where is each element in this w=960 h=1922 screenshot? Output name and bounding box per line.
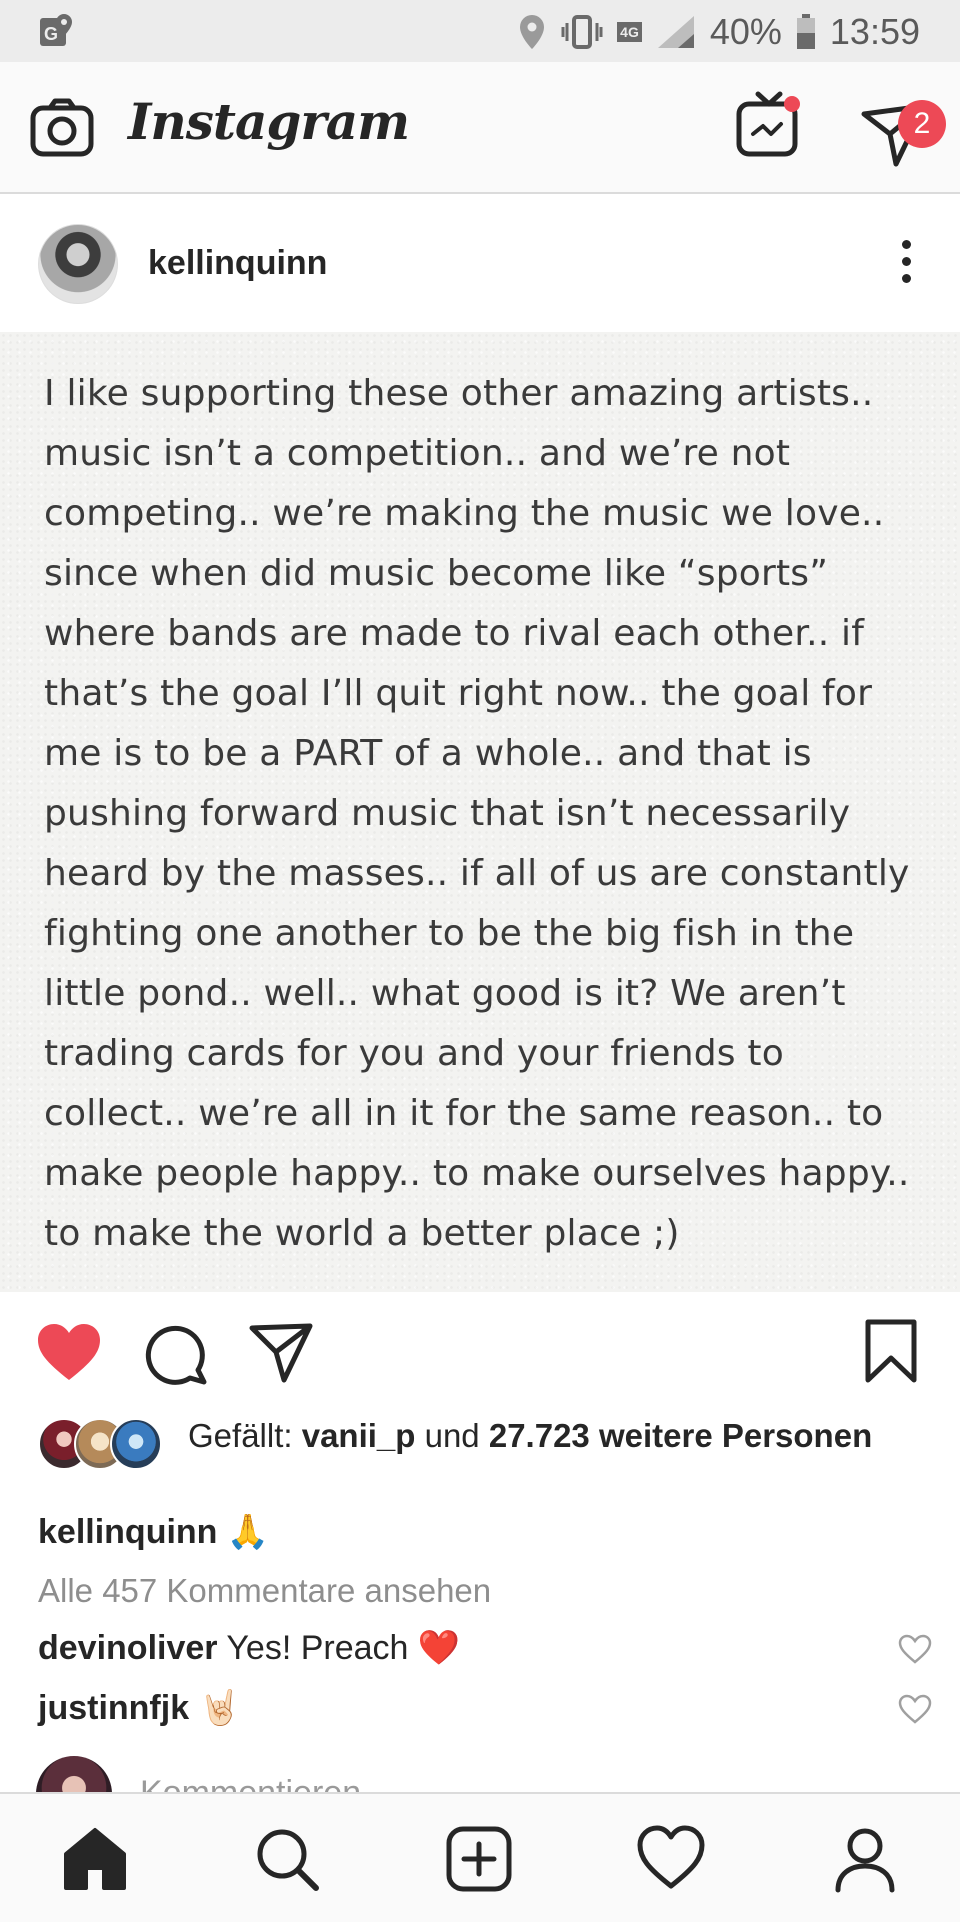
likes-text: Gefällt: vanii_p und 27.723 weitere Pers… [188,1414,908,1458]
add-comment-input[interactable]: Kommentieren ... [140,1774,399,1792]
heart-filled-icon[interactable] [36,1322,102,1387]
caption-username[interactable]: kellinquinn [38,1513,217,1551]
messages-badge: 2 [898,100,946,148]
like-comment-icon[interactable] [898,1634,932,1664]
likes-connector: und [415,1417,489,1454]
avatar[interactable] [38,224,118,304]
post-actions [0,1294,960,1414]
post-image[interactable]: I like supporting these other amazing ar… [0,332,960,1292]
comment-username[interactable]: justinnfjk [38,1689,189,1727]
post-caption: kellinquinn 🙏 [38,1512,269,1552]
maps-notification-icon: G [38,12,78,50]
home-icon[interactable] [60,1824,130,1894]
post-header: kellinquinn [0,194,960,330]
liker-avatars [38,1418,168,1470]
vibrate-icon [561,15,603,49]
likes-summary[interactable]: Gefällt: vanii_p und 27.723 weitere Pers… [38,1414,938,1504]
comment-row: justinnfjk 🤘🏻 [38,1688,932,1728]
battery-percent: 40% [709,11,782,52]
instagram-logo: Instagram [128,92,410,151]
likes-prefix: Gefällt: [188,1417,302,1454]
post-image-text: I like supporting these other amazing ar… [44,373,910,1254]
status-indicators: 4G 40% 13:59 [517,10,920,54]
caption-text: 🙏 [217,1513,270,1551]
camera-icon[interactable] [30,98,94,158]
add-post-icon[interactable] [444,1824,514,1894]
location-icon [520,15,545,49]
direct-message-icon[interactable]: 2 [856,90,956,170]
add-comment-row[interactable]: Kommentieren ... [0,1752,960,1792]
comment-icon[interactable] [144,1322,208,1391]
comment-row: devinoliver Yes! Preach ❤️ [38,1628,932,1668]
igtv-icon[interactable] [736,90,802,160]
view-all-comments-link[interactable]: Alle 457 Kommentare ansehen [38,1572,491,1610]
network-indicator: 4G [617,22,642,42]
bookmark-icon[interactable] [864,1318,918,1389]
avatar [110,1418,162,1470]
post-username[interactable]: kellinquinn [148,244,327,283]
avatar [36,1756,112,1792]
clock: 13:59 [829,11,920,52]
comment-text: Yes! Preach ❤️ [217,1629,461,1667]
activity-heart-icon[interactable] [636,1824,706,1894]
liker-username[interactable]: vanii_p [302,1417,416,1454]
status-bar: G 4G 40% 13:59 [0,0,960,62]
search-icon[interactable] [252,1824,322,1894]
like-comment-icon[interactable] [898,1694,932,1724]
likes-count[interactable]: 27.723 weitere Personen [489,1417,872,1454]
app-header: Instagram 2 [0,62,960,194]
more-options-icon[interactable] [900,240,912,284]
bottom-nav [0,1792,960,1922]
signal-icon [657,16,694,48]
comment-text: 🤘🏻 [189,1689,241,1727]
profile-icon[interactable] [830,1824,900,1894]
battery-icon [796,14,815,49]
comment-username[interactable]: devinoliver [38,1629,218,1667]
share-icon[interactable] [248,1322,314,1389]
svg-text:G: G [44,24,58,44]
